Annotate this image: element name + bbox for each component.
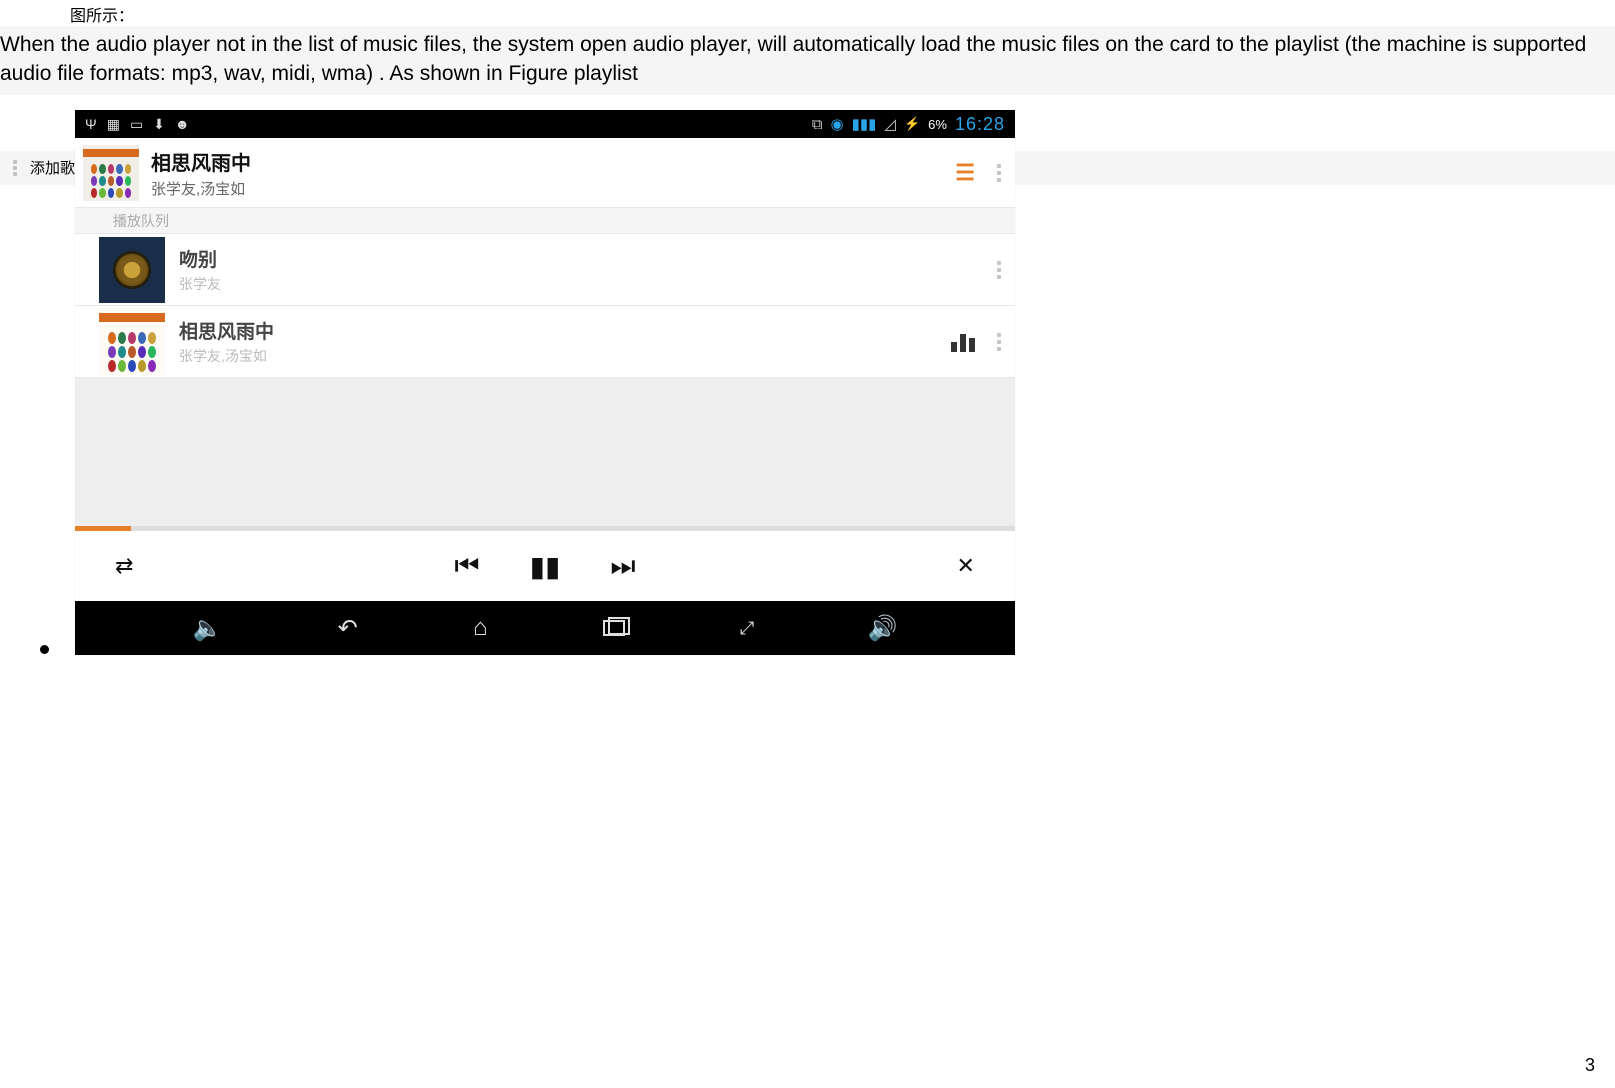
now-playing-album-art	[83, 145, 139, 201]
playback-controls: ⇄ ⏮ ▮▮ ⏭ ✕	[75, 531, 1015, 601]
bullet-marker	[40, 645, 49, 654]
track-title: 相思风雨中	[179, 317, 951, 344]
figure-caption-prev: 图所示：	[0, 0, 1615, 26]
loop-button[interactable]: ⇄	[115, 553, 133, 579]
bluetooth-icon: ⧉	[812, 116, 823, 133]
battery-percent: 6%	[928, 117, 947, 132]
signal-icon: ▮▮▮	[852, 115, 877, 133]
track-album-art	[99, 309, 165, 375]
queue-empty-area	[75, 378, 1015, 531]
debug-icon: ▦	[107, 116, 120, 133]
track-title: 吻别	[179, 245, 997, 272]
overflow-menu-icon[interactable]	[997, 164, 1001, 182]
volume-up-button[interactable]: 🔊	[867, 614, 897, 643]
now-playing-text: 相思风雨中 张学友,汤宝如	[151, 147, 955, 199]
back-button[interactable]: ↶	[338, 614, 358, 643]
pause-button[interactable]: ▮▮	[530, 550, 561, 583]
track-row[interactable]: 吻别张学友	[75, 234, 1015, 306]
overflow-menu-icon	[6, 160, 24, 176]
volume-down-button[interactable]: 🔈	[193, 614, 223, 643]
now-playing-title: 相思风雨中	[151, 147, 955, 176]
picture-icon: ▭	[130, 116, 143, 133]
expand-button[interactable]: ⤢	[740, 618, 752, 639]
equalizer-icon	[951, 332, 975, 352]
previous-button[interactable]: ⏮	[454, 550, 479, 583]
now-playing-artist: 张学友,汤宝如	[151, 178, 955, 199]
progress-bar[interactable]	[75, 526, 1015, 531]
shuffle-button[interactable]: ✕	[957, 553, 975, 579]
track-text: 相思风雨中张学友,汤宝如	[179, 317, 951, 366]
playlist-icon[interactable]: ☰	[955, 160, 975, 186]
download-icon: ⬇	[153, 116, 165, 133]
track-artist: 张学友,汤宝如	[179, 346, 951, 366]
home-button[interactable]: ⌂	[473, 614, 488, 642]
recent-apps-button[interactable]	[603, 620, 625, 636]
description-paragraph: When the audio player not in the list of…	[0, 26, 1615, 95]
track-album-art	[99, 237, 165, 303]
phone-screenshot: Ψ ▦ ▭ ⬇ ☻ ⧉ ◉ ▮▮▮ ◿ ⚡ 6% 16:28 相思风雨中 张学友…	[75, 110, 1015, 655]
no-sim-icon: ◿	[884, 115, 896, 133]
android-icon: ☻	[175, 116, 190, 133]
next-button[interactable]: ⏭	[610, 550, 635, 583]
now-playing-header[interactable]: 相思风雨中 张学友,汤宝如 ☰	[75, 138, 1015, 208]
battery-charge-icon: ⚡	[904, 116, 920, 132]
system-nav-bar: 🔈 ↶ ⌂ ⤢ 🔊	[75, 601, 1015, 655]
clock: 16:28	[955, 114, 1005, 135]
usb-icon: Ψ	[85, 116, 97, 133]
wifi-icon: ◉	[831, 115, 844, 133]
status-icons-right: ⧉ ◉ ▮▮▮ ◿ ⚡ 6% 16:28	[812, 114, 1005, 135]
track-overflow-icon[interactable]	[997, 261, 1001, 279]
status-icons-left: Ψ ▦ ▭ ⬇ ☻	[85, 116, 190, 133]
queue-header: 播放队列	[75, 208, 1015, 234]
track-text: 吻别张学友	[179, 245, 997, 294]
progress-fill	[75, 526, 131, 531]
track-row[interactable]: 相思风雨中张学友,汤宝如	[75, 306, 1015, 378]
status-bar: Ψ ▦ ▭ ⬇ ☻ ⧉ ◉ ▮▮▮ ◿ ⚡ 6% 16:28	[75, 110, 1015, 138]
page-number: 3	[1585, 1055, 1595, 1076]
track-overflow-icon[interactable]	[997, 333, 1001, 351]
track-artist: 张学友	[179, 274, 997, 294]
